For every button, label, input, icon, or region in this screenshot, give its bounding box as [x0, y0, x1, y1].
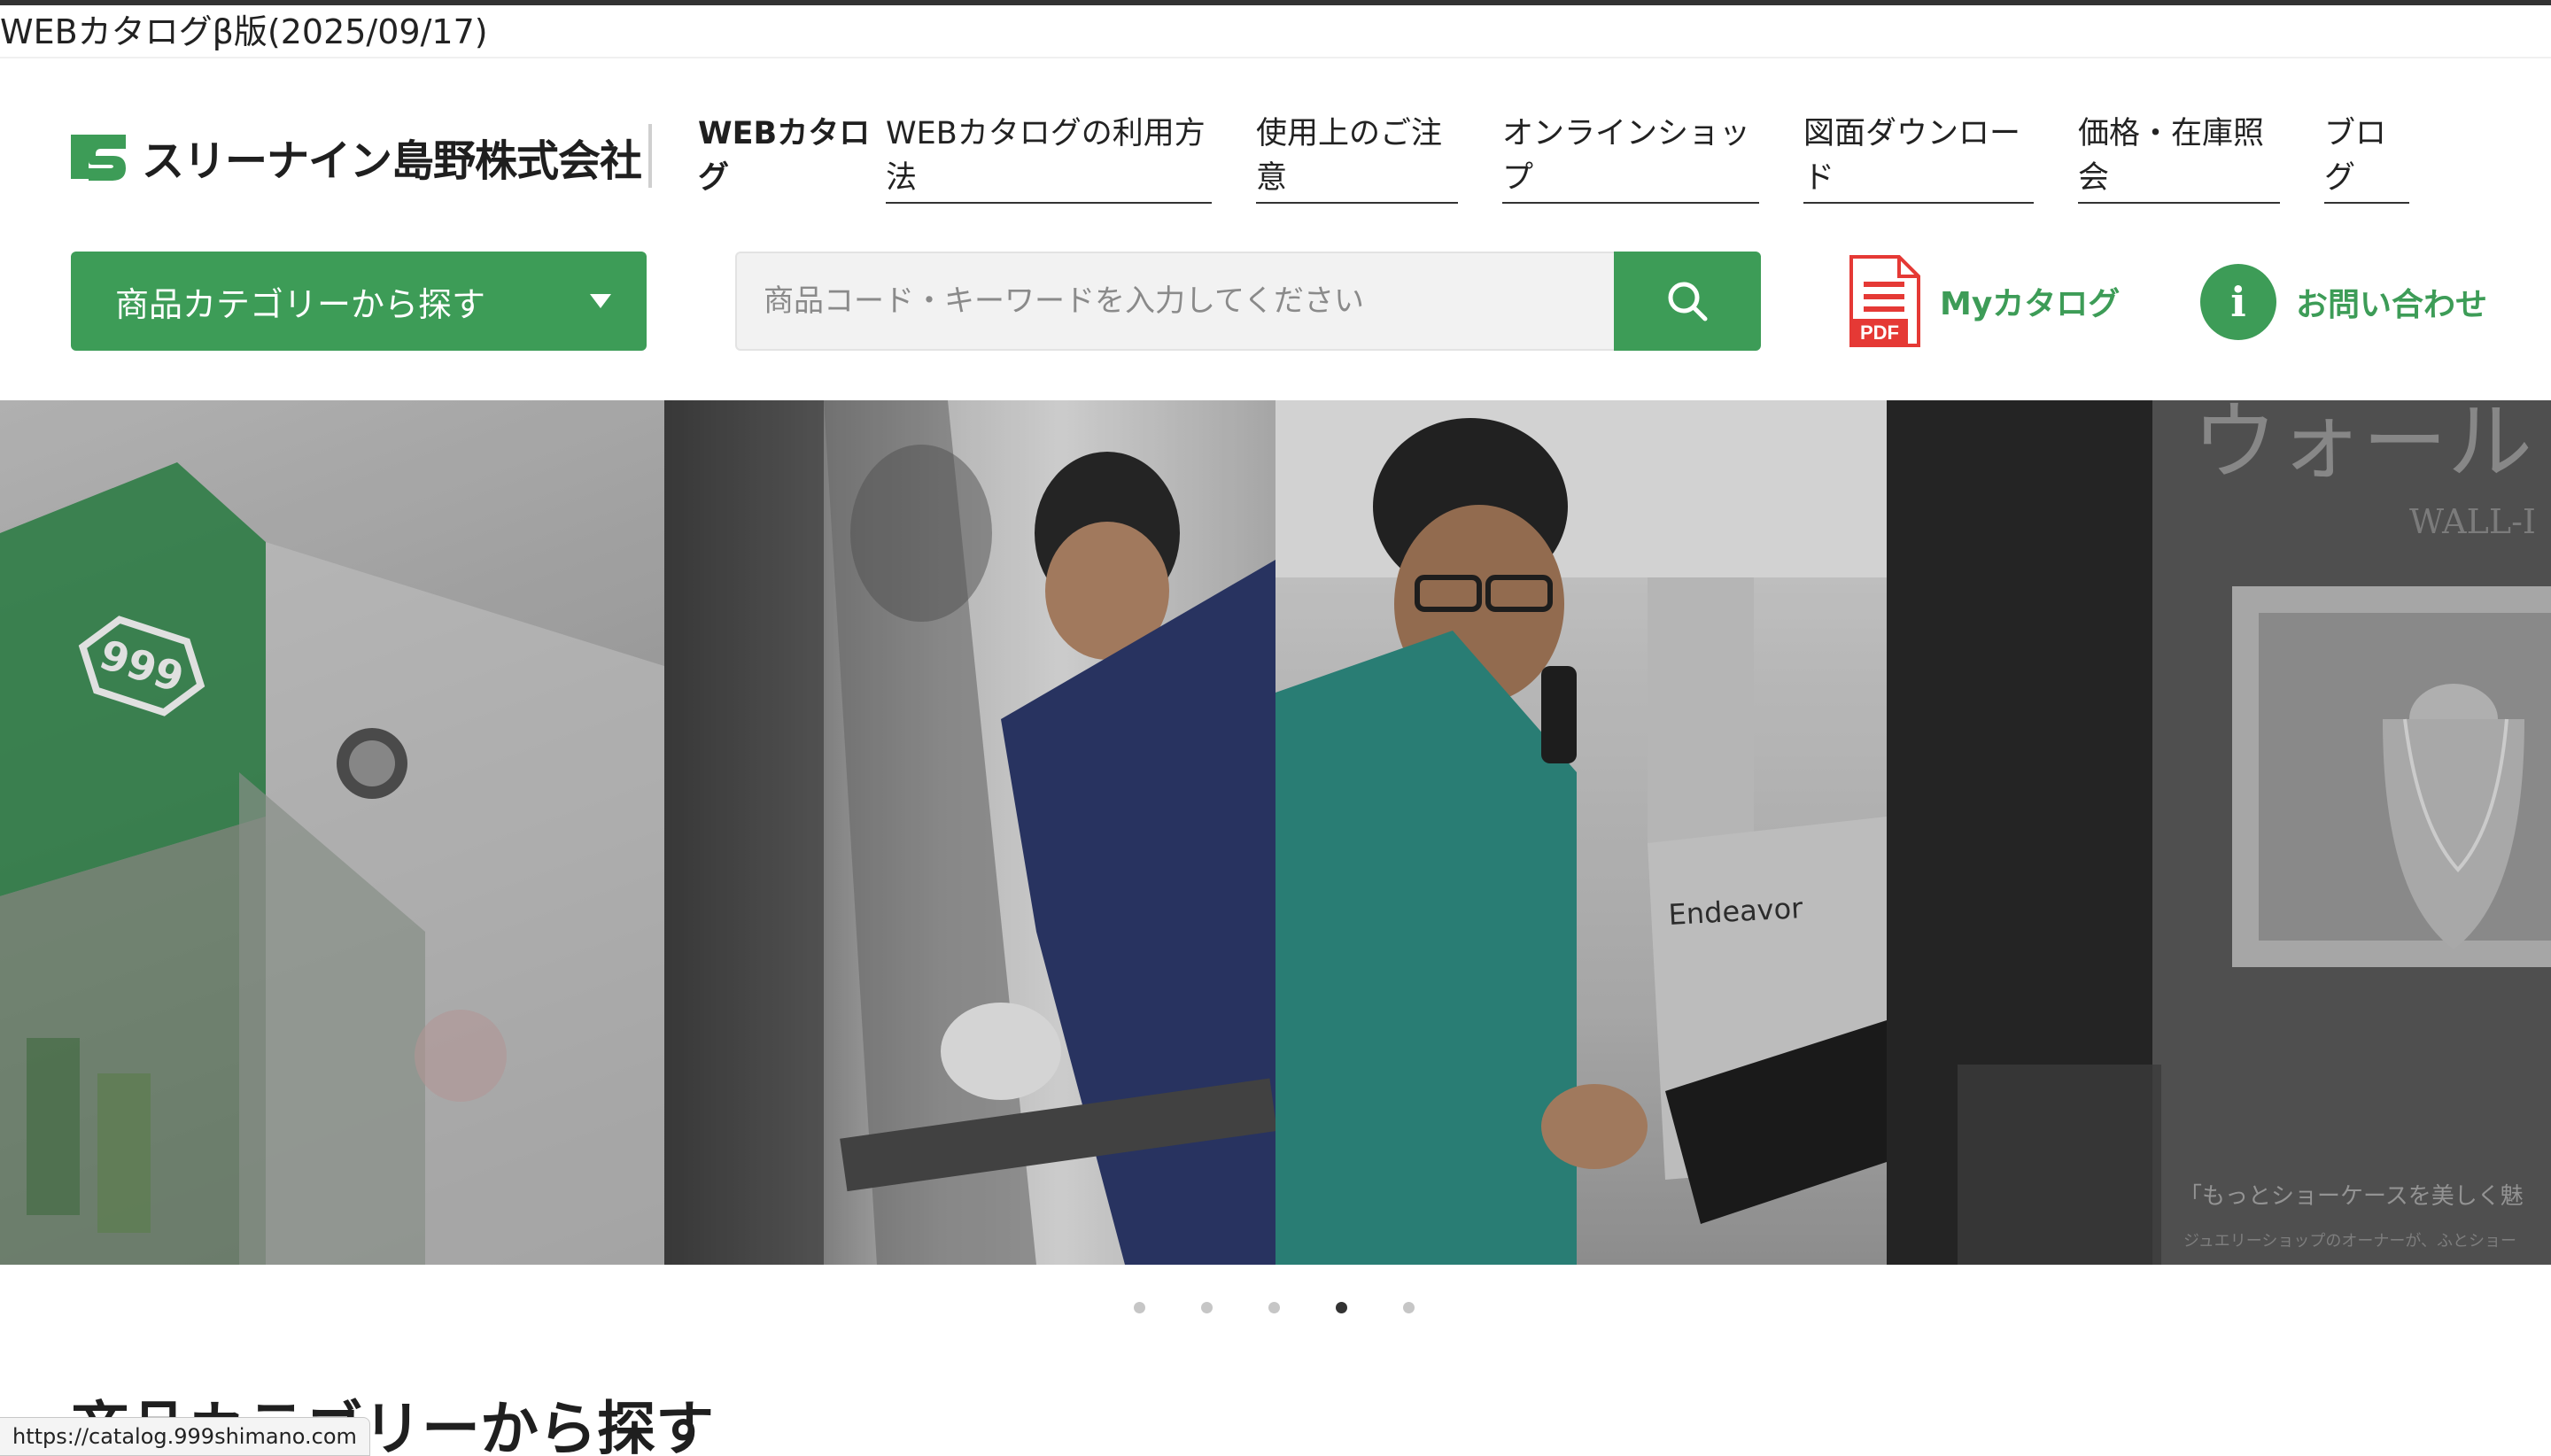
my-catalog-label: Myカタログ	[1940, 286, 2121, 322]
nav-link-price-stock[interactable]: 価格・在庫照会	[2078, 112, 2280, 204]
company-logo[interactable]: スリーナイン島野株式会社	[71, 126, 642, 188]
pdf-icon: PDF	[1849, 255, 1920, 347]
chevron-down-icon	[590, 294, 611, 308]
nav-link-online-shop[interactable]: オンラインショップ	[1502, 112, 1759, 204]
carousel-dot-2[interactable]	[1201, 1302, 1213, 1313]
company-name: スリーナイン島野株式会社	[142, 136, 642, 186]
category-button-label: 商品カテゴリーから探す	[115, 284, 486, 324]
carousel-pagination	[1134, 1302, 1415, 1313]
window-top-border	[0, 0, 2551, 5]
contact-label: お問い合わせ	[2296, 287, 2488, 323]
nav-link-usage-notes[interactable]: 使用上のご注意	[1256, 112, 1458, 204]
contact-link[interactable]: i お問い合わせ	[2200, 262, 2487, 342]
carousel-dot-5[interactable]	[1403, 1302, 1415, 1313]
hero-carousel[interactable]: 999 Endeavor ウォール WALL-I 「もっとショーケースを美しく魅…	[0, 400, 2551, 1265]
nav-link-blog[interactable]: ブログ	[2324, 112, 2409, 204]
current-section-label: WEBカタログ	[698, 116, 871, 196]
header-divider	[648, 124, 652, 188]
carousel-dot-4[interactable]	[1336, 1302, 1347, 1313]
pdf-badge: PDF	[1860, 321, 1899, 344]
search-icon	[1668, 282, 1708, 321]
panel-overlay	[0, 400, 664, 1265]
search-input[interactable]	[735, 252, 1616, 351]
divider	[0, 57, 2551, 58]
category-search-button[interactable]: 商品カテゴリーから探す	[71, 252, 647, 351]
link-status-bar: https://catalog.999shimano.com	[0, 1417, 370, 1456]
panel-overlay	[664, 400, 1276, 1265]
hero-panel-showcase: ウォール WALL-I 「もっとショーケースを美しく魅 ジュエリーショップのオー…	[1887, 400, 2551, 1265]
carousel-dot-3[interactable]	[1268, 1302, 1280, 1313]
info-icon: i	[2200, 264, 2276, 340]
nav-link-drawing-download[interactable]: 図面ダウンロード	[1803, 112, 2034, 204]
nav-link-usage-guide[interactable]: WEBカタログの利用方法	[886, 112, 1212, 204]
carousel-dot-1[interactable]	[1134, 1302, 1145, 1313]
panel-overlay	[1887, 400, 2551, 1265]
hero-panel-catalog: 999	[0, 400, 664, 1265]
hero-panel-office-worker: Endeavor	[1276, 400, 1887, 1265]
panel-overlay	[1276, 400, 1887, 1265]
page-title-banner: WEBカタログβ版(2025/09/17)	[0, 12, 488, 51]
my-catalog-link[interactable]: PDF Myカタログ	[1848, 252, 2120, 351]
search-button[interactable]	[1614, 252, 1761, 351]
logo-mark-icon	[71, 129, 126, 184]
hero-panel-factory-worker	[664, 400, 1276, 1265]
